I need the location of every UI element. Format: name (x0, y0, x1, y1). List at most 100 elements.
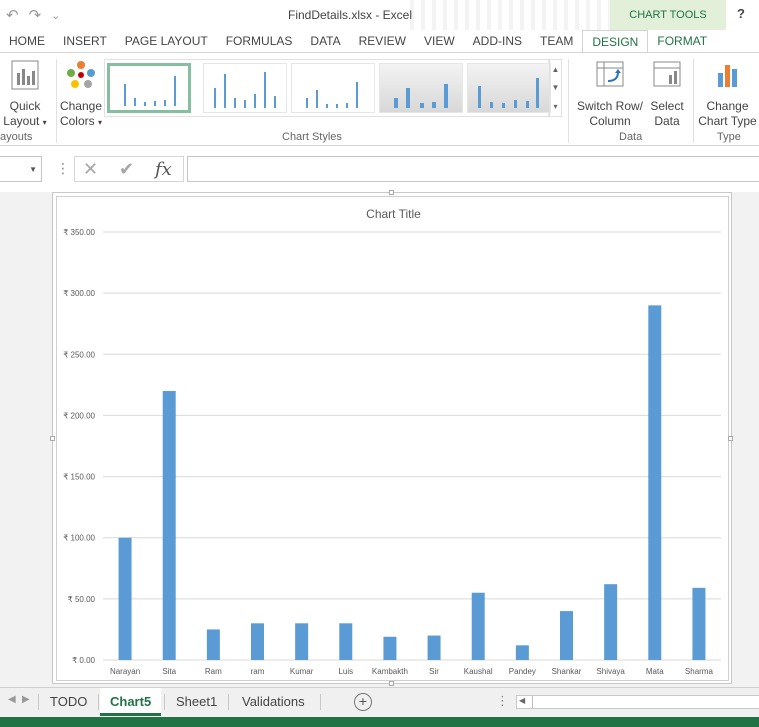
title-bar: ↶ ↷ ⌄ FindDetails.xlsx - Excel CHART TOO… (0, 0, 759, 30)
type-group-label: Type (717, 131, 741, 143)
tab-separator (320, 694, 321, 710)
tab-formulas[interactable]: FORMULAS (217, 30, 302, 52)
switch-row-column-button[interactable]: Switch Row/ Column (572, 59, 648, 129)
y-tick-label: ₹ 0.00 (72, 656, 95, 665)
ribbon-tabs: HOME INSERT PAGE LAYOUT FORMULAS DATA RE… (0, 30, 759, 52)
x-tick-label: Shivaya (596, 667, 625, 676)
chart-style-3-thumbnail[interactable] (291, 63, 375, 113)
bar-shivaya[interactable] (604, 584, 618, 660)
select-data-label-1: Select (650, 99, 684, 113)
tab-insert[interactable]: INSERT (54, 30, 116, 52)
tab-review[interactable]: REVIEW (350, 30, 415, 52)
help-button[interactable]: ? (737, 6, 745, 21)
scrollbar-thumb[interactable] (532, 696, 759, 708)
scroll-left-icon[interactable]: ◀ (519, 696, 525, 705)
bar-mata[interactable] (648, 305, 662, 660)
chart-sheet: Chart Title ₹ 0.00 ₹ 50.00 ₹ 100.00 ₹ 150.0… (50, 190, 733, 686)
chart-styles-group-label: Chart Styles (282, 131, 342, 143)
tab-view[interactable]: VIEW (415, 30, 464, 52)
switch-row-column-label-1: Switch Row/ (576, 99, 644, 113)
gallery-scroll: ▲ ▼ ▾ (549, 59, 562, 117)
document-title: FindDetails.xlsx - Excel (287, 8, 413, 22)
chart-style-4-thumbnail[interactable] (379, 63, 463, 113)
bar-kaushal[interactable] (471, 592, 485, 660)
dropdown-arrow-icon: ▾ (98, 118, 103, 127)
sheet-tab-validations[interactable]: Validations (232, 688, 315, 716)
quick-layout-button[interactable]: Quick Layout ▾ (0, 59, 50, 130)
tab-team[interactable]: TEAM (531, 30, 582, 52)
x-tick-label: Sharma (685, 667, 714, 676)
add-sheet-icon[interactable]: + (354, 693, 372, 711)
bar-narayan[interactable] (118, 537, 132, 660)
sheet-tab-bar: ◀ ▶ TODO Chart5 Sheet1 Validations + ⋮ ◀ (0, 687, 759, 717)
sheet-tab-todo[interactable]: TODO (40, 688, 97, 716)
gallery-up-icon[interactable]: ▲ (552, 65, 560, 74)
bar-luis[interactable] (339, 623, 353, 660)
x-tick-label: Mata (646, 667, 664, 676)
insert-function-icon[interactable]: fx (155, 159, 172, 180)
sheet-tab-sheet1[interactable]: Sheet1 (166, 688, 227, 716)
formula-bar-buttons: ✕ ✔ fx (74, 156, 184, 182)
tab-separator (228, 694, 229, 710)
chart-styles-gallery (104, 59, 551, 117)
resize-handle-bottom[interactable] (389, 681, 394, 686)
switch-row-column-icon (572, 59, 648, 95)
name-box-dropdown-icon[interactable]: ▼ (29, 165, 37, 174)
x-tick-label: Pandey (509, 667, 536, 676)
dropdown-arrow-icon: ▾ (42, 118, 47, 127)
y-tick-label: ₹ 200.00 (63, 411, 95, 420)
y-tick-label: ₹ 100.00 (63, 534, 95, 543)
bar-shankar[interactable] (560, 611, 573, 660)
tab-design[interactable]: DESIGN (582, 30, 649, 52)
chart-style-1-thumbnail[interactable] (107, 63, 191, 113)
name-box[interactable]: ▼ (0, 156, 42, 182)
change-chart-type-label-1: Change (706, 99, 749, 113)
resize-handle-left[interactable] (50, 436, 55, 441)
bar-kambakth[interactable] (383, 636, 397, 660)
enter-icon[interactable]: ✔ (119, 159, 134, 180)
tab-separator (38, 694, 39, 710)
resize-handle-top[interactable] (389, 190, 394, 195)
formula-bar-grip-icon[interactable]: ⋮ (56, 160, 70, 177)
layouts-group-label: ayouts (0, 131, 33, 143)
change-chart-type-button[interactable]: Change Chart Type (696, 59, 759, 129)
gallery-more-icon[interactable]: ▾ (553, 102, 557, 111)
change-colors-label-2: Colors (59, 114, 95, 128)
chart-style-2-thumbnail[interactable] (203, 63, 287, 113)
resize-handle-right[interactable] (728, 436, 733, 441)
bar-chart: ₹ 0.00 ₹ 50.00 ₹ 100.00 ₹ 150.00 ₹ 200.00 ₹ 2… (63, 228, 721, 676)
bar-ram[interactable] (251, 623, 264, 660)
sheet-tab-chart5[interactable]: Chart5 (100, 688, 162, 716)
cancel-icon[interactable]: ✕ (83, 159, 98, 180)
x-tick-label: Kumar (290, 667, 314, 676)
select-data-button[interactable]: Select Data (646, 59, 688, 129)
palette-icon (58, 59, 104, 95)
bar-pandey[interactable] (515, 645, 529, 660)
bar-kumar[interactable] (295, 623, 309, 660)
ribbon: Quick Layout ▾ ayouts Change Colors ▾ ▲ … (0, 52, 759, 146)
tab-page-layout[interactable]: PAGE LAYOUT (116, 30, 217, 52)
chart-area[interactable]: Chart Title ₹ 0.00 ₹ 50.00 ₹ 100.00 ₹ 150.0… (56, 196, 729, 681)
bar-sita[interactable] (162, 390, 176, 660)
sheet-nav-next-icon[interactable]: ▶ (22, 694, 30, 705)
bar-sharma[interactable] (692, 587, 706, 660)
excel-window: ↶ ↷ ⌄ FindDetails.xlsx - Excel CHART TOO… (0, 0, 759, 727)
group-separator (693, 59, 694, 143)
sheet-nav-prev-icon[interactable]: ◀ (8, 694, 16, 705)
status-bar (0, 717, 759, 727)
formula-bar: ▼ ⋮ ✕ ✔ fx (0, 156, 759, 183)
gallery-down-icon[interactable]: ▼ (552, 83, 560, 92)
tab-add-ins[interactable]: ADD-INS (464, 30, 531, 52)
tab-separator (164, 694, 165, 710)
formula-input[interactable] (187, 156, 759, 182)
bar-sir[interactable] (427, 635, 441, 660)
bar-ram[interactable] (206, 629, 220, 660)
tab-home[interactable]: HOME (0, 30, 54, 52)
chart-style-5-thumbnail[interactable] (467, 63, 551, 113)
change-colors-button[interactable]: Change Colors ▾ (58, 59, 104, 130)
tab-splitter-icon[interactable]: ⋮ (496, 693, 509, 709)
tab-format[interactable]: FORMAT (648, 30, 716, 52)
data-group-label: Data (619, 131, 643, 143)
tab-data[interactable]: DATA (301, 30, 349, 52)
select-data-label-2: Data (654, 114, 680, 128)
